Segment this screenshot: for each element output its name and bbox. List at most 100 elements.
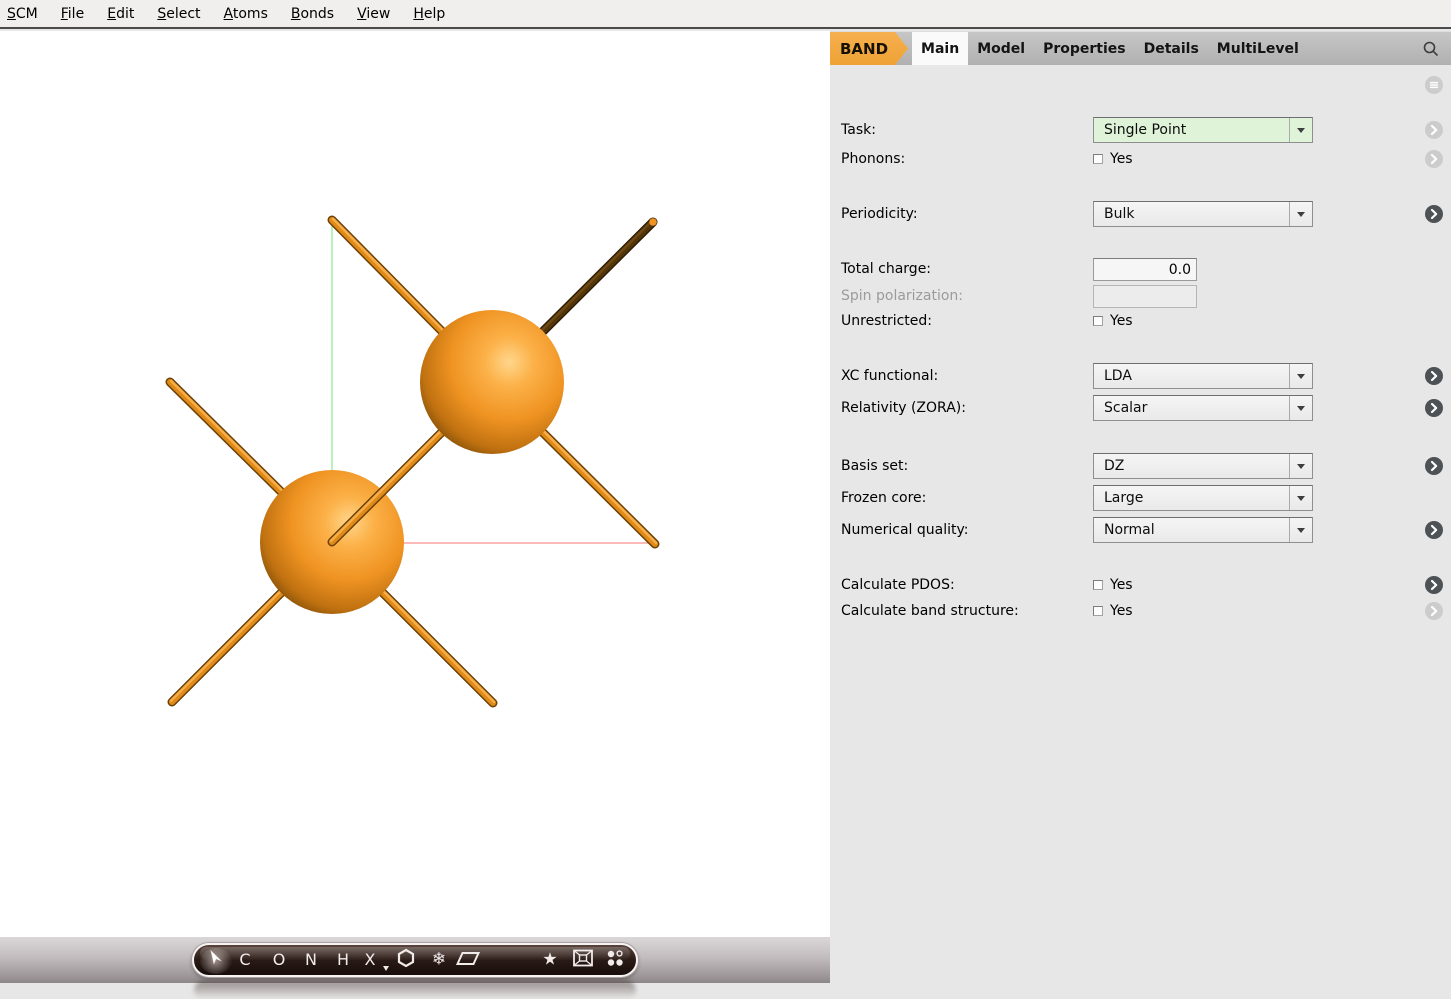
menu-bonds-rest: onds	[300, 6, 334, 22]
chevron-right-icon	[1425, 150, 1443, 168]
menu-help-mnemonic: H	[413, 6, 424, 22]
numerical-quality-select[interactable]: Normal	[1093, 517, 1313, 543]
basis-set-label: Basis set:	[841, 457, 908, 475]
pointer-tool-button[interactable]	[208, 950, 223, 971]
nitrogen-tool-button[interactable]: N	[305, 952, 317, 968]
basis-set-detail-button[interactable]	[1425, 457, 1443, 475]
atom[interactable]	[420, 310, 564, 454]
molecule-viewer-pane: C O N H X ❄ ★	[0, 31, 830, 983]
calculate-pdos-detail-button[interactable]	[1425, 576, 1443, 594]
hamburger-icon	[1428, 79, 1440, 91]
frozen-core-select[interactable]: Large	[1093, 485, 1313, 511]
chevron-right-icon	[1425, 205, 1443, 223]
menu-atoms-mnemonic: A	[224, 6, 233, 22]
tab-properties[interactable]: Properties	[1034, 32, 1135, 65]
relativity-detail-button[interactable]	[1425, 399, 1443, 417]
molecule-viewport[interactable]	[0, 31, 830, 937]
basis-set-select[interactable]: DZ	[1093, 453, 1313, 479]
unrestricted-checkbox-label: Yes	[1110, 313, 1133, 329]
phonons-label: Phonons:	[841, 150, 905, 168]
dropdown-arrow-icon[interactable]	[1289, 454, 1312, 478]
chevron-right-icon	[1425, 367, 1443, 385]
toolbar-reflection	[194, 981, 636, 999]
chevron-right-icon	[1425, 521, 1443, 539]
total-charge-label: Total charge:	[841, 260, 931, 278]
menu-bonds[interactable]: Bonds	[291, 6, 334, 22]
chevron-right-icon	[1425, 602, 1443, 620]
menu-edit-rest: dit	[116, 6, 134, 22]
menu-view-mnemonic: V	[357, 6, 366, 22]
task-select[interactable]: Single Point	[1093, 117, 1313, 143]
task-detail-button	[1425, 121, 1443, 139]
xc-functional-label: XC functional:	[841, 367, 938, 385]
numerical-quality-label: Numerical quality:	[841, 521, 968, 539]
tab-details[interactable]: Details	[1135, 32, 1208, 65]
periodicity-select[interactable]: Bulk	[1093, 201, 1313, 227]
chevron-right-icon	[1425, 121, 1443, 139]
tab-main[interactable]: Main	[912, 32, 968, 65]
crystal-tool-button[interactable]: ❄	[432, 952, 446, 969]
band-input-window: { "menu": { "items": [ {"mnemonic": "S",…	[0, 0, 1451, 983]
menu-select[interactable]: Select	[157, 6, 200, 22]
dropdown-arrow-icon[interactable]	[1289, 518, 1312, 542]
star-tool-button[interactable]: ★	[542, 952, 557, 969]
menu-select-mnemonic: S	[157, 6, 166, 22]
element-x-tool-button[interactable]: X	[365, 952, 376, 968]
dropdown-arrow-icon[interactable]	[1289, 202, 1312, 226]
cell-tool-button[interactable]	[573, 949, 594, 971]
frozen-core-label: Frozen core:	[841, 489, 926, 507]
hydrogen-tool-button[interactable]: H	[337, 952, 349, 968]
calculate-band-structure-checkbox-label: Yes	[1110, 603, 1133, 619]
chevron-right-icon	[1425, 457, 1443, 475]
tab-multilevel[interactable]: MultiLevel	[1208, 32, 1308, 65]
dropdown-arrow-icon[interactable]	[1289, 396, 1312, 420]
relativity-label: Relativity (ZORA):	[841, 399, 966, 417]
dropdown-arrow-icon[interactable]	[1289, 118, 1312, 142]
menu-scm-rest: CM	[16, 6, 38, 22]
checkbox-icon	[1093, 316, 1103, 326]
ring-tool-button[interactable]	[397, 949, 416, 972]
unrestricted-label: Unrestricted:	[841, 312, 932, 330]
menu-scm[interactable]: SCM	[7, 6, 38, 22]
carbon-tool-button[interactable]: C	[239, 952, 250, 968]
dropdown-arrow-icon[interactable]	[1289, 486, 1312, 510]
menu-help[interactable]: Help	[413, 6, 445, 22]
periodicity-value: Bulk	[1104, 206, 1134, 222]
calculate-pdos-checkbox[interactable]: Yes	[1093, 576, 1133, 594]
parallelogram-icon	[456, 952, 480, 966]
product-badge: BAND	[830, 32, 908, 65]
calculate-pdos-label: Calculate PDOS:	[841, 576, 955, 594]
xc-functional-select[interactable]: LDA	[1093, 363, 1313, 389]
menu-file-rest: ile	[68, 6, 84, 22]
xc-functional-detail-button[interactable]	[1425, 367, 1443, 385]
fragments-tool-button[interactable]	[606, 949, 625, 972]
total-charge-input[interactable]: 0.0	[1093, 258, 1197, 281]
spin-polarization-input	[1093, 285, 1197, 308]
unrestricted-checkbox[interactable]: Yes	[1093, 312, 1133, 330]
total-charge-value: 0.0	[1169, 262, 1191, 278]
oxygen-tool-button[interactable]: O	[273, 952, 286, 968]
relativity-value: Scalar	[1104, 400, 1147, 416]
tab-model[interactable]: Model	[968, 32, 1034, 65]
dropdown-arrow-icon[interactable]	[1289, 364, 1312, 388]
menu-edit[interactable]: Edit	[107, 6, 134, 22]
calculate-band-structure-checkbox[interactable]: Yes	[1093, 602, 1133, 620]
calculate-band-structure-label: Calculate band structure:	[841, 602, 1019, 620]
checkbox-icon	[1093, 606, 1103, 616]
menu-file[interactable]: File	[61, 6, 84, 22]
menu-atoms[interactable]: Atoms	[224, 6, 268, 22]
numerical-quality-detail-button[interactable]	[1425, 521, 1443, 539]
menu-bar: SCM File Edit Select Atoms Bonds View He…	[0, 0, 1451, 29]
menu-scm-mnemonic: S	[7, 6, 16, 22]
periodicity-detail-button[interactable]	[1425, 205, 1443, 223]
menu-file-mnemonic: F	[61, 6, 68, 22]
element-dropdown-arrow-icon[interactable]	[383, 966, 389, 971]
plane-tool-button[interactable]	[456, 951, 480, 970]
search-button[interactable]	[1422, 40, 1440, 58]
task-label: Task:	[841, 121, 876, 139]
menu-view[interactable]: View	[357, 6, 390, 22]
phonons-checkbox[interactable]: Yes	[1093, 150, 1133, 168]
panel-tab-bar: BAND Main Model Properties Details Multi…	[830, 31, 1451, 65]
menu-edit-mnemonic: E	[107, 6, 116, 22]
relativity-select[interactable]: Scalar	[1093, 395, 1313, 421]
